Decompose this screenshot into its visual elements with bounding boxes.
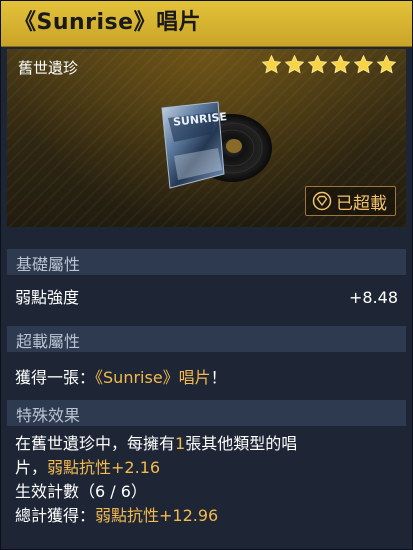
overloaded-label: 已超載	[336, 193, 387, 214]
effect-line-1: 在舊世遺珍中，每擁有1張其他類型的唱	[15, 432, 405, 456]
overload-attributes-header: 超載屬性	[7, 326, 406, 352]
effect-text: 在舊世遺珍中，每擁有	[15, 434, 176, 453]
star-icon	[330, 54, 351, 74]
overloaded-badge: 已超載	[305, 186, 396, 216]
star-rating	[261, 54, 397, 75]
reward-suffix: ！	[210, 368, 227, 387]
base-attributes-header: 基礎屬性	[7, 249, 406, 275]
rarity-label: 舊世遺珍	[18, 59, 79, 77]
total-value: 弱點抗性+12.96	[95, 506, 219, 525]
overload-gem-icon	[312, 191, 332, 211]
overload-reward-row: 獲得一張：《Sunrise》唱片！	[15, 367, 398, 389]
reward-prefix: 獲得一張：	[15, 368, 96, 387]
effect-total: 總計獲得：弱點抗性+12.96	[15, 504, 405, 528]
reward-item: 《Sunrise》唱片	[95, 368, 211, 387]
effect-bonus: 弱點抗性+2.16	[47, 458, 161, 477]
star-icon	[261, 54, 282, 74]
stat-value: +8.48	[348, 288, 398, 307]
special-effect-header: 特殊效果	[7, 400, 406, 426]
stat-name: 弱點強度	[15, 288, 80, 307]
section-title: 基礎屬性	[16, 255, 81, 274]
star-icon	[284, 54, 305, 74]
star-icon	[376, 54, 397, 74]
item-detail-card: 《Sunrise》唱片 舊世遺珍 SUNRISE 已超載 基礎屬性 弱點強度 +…	[0, 0, 413, 550]
effect-stack-count: 生效計數（6 / 6）	[15, 482, 147, 501]
effect-text: 張其他類型的唱	[185, 434, 298, 453]
star-icon	[353, 54, 374, 74]
effect-text: 片，	[15, 458, 48, 477]
title-bar: 《Sunrise》唱片	[1, 1, 412, 47]
item-title: 《Sunrise》唱片	[14, 10, 202, 35]
section-title: 特殊效果	[16, 406, 81, 425]
star-icon	[307, 54, 328, 74]
item-hero-panel: 舊世遺珍 SUNRISE 已超載	[7, 49, 406, 227]
base-stat-row: 弱點強度 +8.48	[15, 287, 398, 309]
special-effect-description: 在舊世遺珍中，每擁有1張其他類型的唱 片，弱點抗性+2.16 生效計數（6 / …	[15, 432, 405, 528]
effect-count: 1	[175, 434, 186, 453]
section-title: 超載屬性	[16, 332, 81, 351]
vinyl-record-icon: SUNRISE	[161, 101, 272, 189]
total-label: 總計獲得：	[15, 506, 96, 525]
effect-line-2: 片，弱點抗性+2.16	[15, 456, 405, 480]
